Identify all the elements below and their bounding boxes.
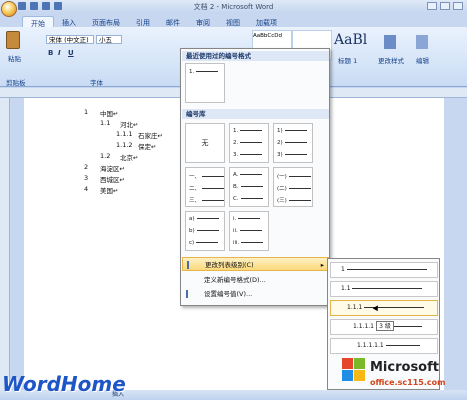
title-bar: 文档 2 - Microsoft Word: [0, 0, 467, 17]
recent-numbering-format[interactable]: 1.: [185, 63, 225, 103]
numbering-format-paren[interactable]: 1) 2) 3): [273, 123, 313, 163]
window-title: 文档 2 - Microsoft Word: [193, 3, 274, 11]
cell-label: B.: [233, 184, 239, 190]
close-button[interactable]: [453, 2, 463, 10]
cell-label: b): [189, 228, 195, 234]
bold-button[interactable]: B: [48, 49, 53, 57]
list-item-num: 3: [84, 174, 89, 182]
style-heading1-preview[interactable]: AaBl: [334, 32, 367, 48]
numbering-dropdown: 最近使用过的编号格式 1. 编号库 无 1. 2. 3. 1) 2) 3) 一、…: [180, 48, 330, 306]
cell-label: 一、: [189, 174, 201, 180]
numbering-format-decimal[interactable]: 1. 2. 3.: [229, 123, 269, 163]
submenu-arrow-icon: ▸: [320, 261, 324, 269]
set-value-icon: [186, 290, 195, 298]
cell-label: 1.: [233, 128, 239, 134]
vertical-ruler[interactable]: [0, 98, 10, 390]
list-item: 河北↵: [120, 121, 139, 129]
minimize-button[interactable]: [427, 2, 437, 10]
cell-label: iii.: [233, 240, 240, 246]
menu-item-label: 更改列表级别(C): [205, 261, 254, 269]
numbering-format-chinese[interactable]: 一、 二、 三、: [185, 167, 225, 207]
list-item-num: 1: [84, 108, 89, 116]
edit-icon[interactable]: [416, 35, 428, 49]
font-name-select[interactable]: 宋体 (中文正): [46, 35, 94, 44]
numbering-format-roman[interactable]: i. ii. iii.: [229, 211, 269, 251]
menu-item-label: 设置编号值(V)...: [204, 290, 253, 298]
cell-label: A.: [233, 172, 239, 178]
paste-button[interactable]: 粘贴: [8, 53, 21, 63]
menu-item-label: 定义新编号格式(D)...: [204, 276, 266, 284]
cell-label: 1): [277, 128, 283, 134]
level-label: 1.1.1.1.1: [357, 342, 384, 349]
wordhome-watermark: WordHome: [2, 372, 126, 396]
style-heading1-label: 标题 1: [338, 57, 358, 65]
underline-button[interactable]: U: [68, 49, 74, 57]
list-item-num: 1.1: [100, 119, 111, 127]
set-numbering-value-menu-item[interactable]: 设置编号值(V)...: [182, 287, 329, 301]
list-item-num: 2: [84, 163, 89, 171]
cell-label: 1.: [189, 69, 195, 75]
italic-button[interactable]: I: [58, 49, 61, 57]
microsoft-watermark: Microsoft: [370, 360, 439, 375]
cell-label: 2.: [233, 140, 239, 146]
cell-label: 3.: [233, 152, 239, 158]
change-styles-icon[interactable]: [384, 35, 396, 49]
list-level-icon: [187, 261, 196, 269]
cell-label: 2): [277, 140, 283, 146]
paste-icon[interactable]: [6, 31, 20, 49]
level-tooltip: 3 级: [376, 321, 394, 331]
cell-label: ii.: [233, 228, 238, 234]
maximize-button[interactable]: [440, 2, 450, 10]
list-level-option[interactable]: 1.1.1.1.1: [330, 338, 438, 354]
list-item: 西城区↵: [100, 176, 125, 184]
list-item-num: 4: [84, 185, 89, 193]
level-label: 1.1.1.1: [353, 323, 374, 330]
style-normal-label: AaBbCcDd: [253, 33, 282, 39]
list-level-option[interactable]: 1: [330, 262, 438, 278]
numbering-format-lower-alpha[interactable]: a) b) c): [185, 211, 225, 251]
cell-label: i.: [233, 216, 237, 222]
numbering-none[interactable]: 无: [185, 123, 225, 163]
list-item: 海淀区↵: [100, 165, 125, 173]
cell-label: a): [189, 216, 195, 222]
change-styles-button[interactable]: 更改样式: [378, 55, 404, 65]
clipboard-group-label: 剪贴板: [6, 79, 26, 87]
microsoft-logo-icon: [342, 358, 366, 382]
list-item: 保定↵: [138, 143, 157, 151]
list-item-num: 1.1.1: [116, 130, 133, 138]
numbering-format-chinese-paren[interactable]: (一) (二) (三): [273, 167, 313, 207]
list-level-option[interactable]: 1.1: [330, 281, 438, 297]
cell-label: (二): [277, 186, 287, 192]
list-item: 中国↵: [100, 110, 119, 118]
font-size-select[interactable]: 小五: [96, 35, 122, 44]
define-new-format-menu-item[interactable]: 定义新编号格式(D)...: [182, 273, 329, 287]
numbering-format-upper-alpha[interactable]: A. B. C.: [229, 167, 269, 207]
list-item: 北京↵: [120, 154, 139, 162]
cell-label: c): [189, 240, 195, 246]
recent-formats-header: 最近使用过的编号格式: [182, 51, 329, 61]
cell-label: 二、: [189, 186, 201, 192]
list-level-option[interactable]: 1.1.1: [330, 300, 438, 316]
level-label: 1.1: [341, 285, 351, 292]
edit-button[interactable]: 编辑: [416, 55, 429, 65]
change-list-level-menu-item[interactable]: 更改列表级别(C) ▸: [182, 257, 329, 271]
level-label: 1.1.1: [347, 304, 363, 311]
cell-label: 3): [277, 152, 283, 158]
cell-label: (三): [277, 198, 287, 204]
site-watermark: office.sc115.com: [370, 378, 446, 387]
level-label: 1: [341, 266, 345, 273]
font-group-label: 字体: [90, 79, 103, 87]
library-header: 编号库: [182, 109, 329, 119]
list-item: 美国↵: [100, 187, 119, 195]
list-item-num: 1.1.2: [116, 141, 133, 149]
list-item-num: 1.2: [100, 152, 111, 160]
cell-label: 三、: [189, 198, 201, 204]
cell-label: C.: [233, 196, 239, 202]
cell-label: (一): [277, 174, 287, 180]
list-item: 石家庄↵: [138, 132, 163, 140]
